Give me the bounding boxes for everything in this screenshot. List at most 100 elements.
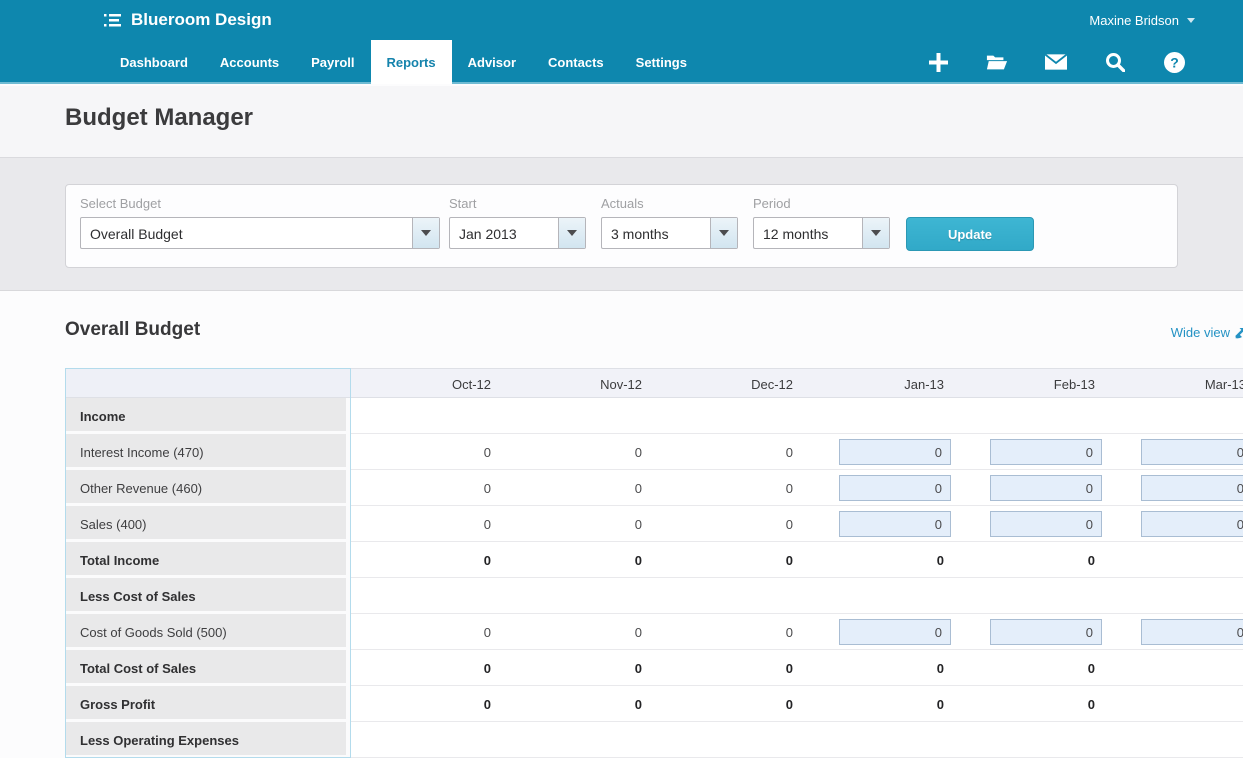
row-label: Sales (400) <box>65 506 350 542</box>
budget-cell: 0 <box>652 542 803 578</box>
budget-cell: 0 <box>1105 614 1243 650</box>
budget-cell: 0 <box>501 686 652 722</box>
column-header: Dec-12 <box>652 369 803 397</box>
budget-cell: 0 <box>954 506 1105 542</box>
tab-advisor[interactable]: Advisor <box>452 40 532 84</box>
row-label: Less Cost of Sales <box>65 578 350 614</box>
budget-input-cell[interactable]: 0 <box>1141 511 1243 537</box>
column-header: Feb-13 <box>954 369 1105 397</box>
budget-input-cell[interactable]: 0 <box>839 475 951 501</box>
chevron-down-icon[interactable] <box>710 218 737 248</box>
table-row: Interest Income (470)000000 <box>65 434 1243 470</box>
wide-view-link[interactable]: Wide view <box>1171 325 1243 340</box>
primary-nav: DashboardAccountsPayrollReportsAdvisorCo… <box>104 40 703 84</box>
budget-cell: 0 <box>954 470 1105 506</box>
budget-input-cell[interactable]: 0 <box>1141 475 1243 501</box>
table-row: Total Cost of Sales00000 <box>65 650 1243 686</box>
budget-cell <box>803 578 954 614</box>
budget-input-cell[interactable]: 0 <box>1141 439 1243 465</box>
start-label: Start <box>449 196 586 211</box>
budget-cell: 0 <box>803 614 954 650</box>
budget-cell: 0 <box>501 542 652 578</box>
budget-cell: 0 <box>803 470 954 506</box>
row-label: Total Income <box>65 542 350 578</box>
user-menu[interactable]: Maxine Bridson <box>1089 0 1195 40</box>
update-button[interactable]: Update <box>906 217 1034 251</box>
tab-payroll[interactable]: Payroll <box>295 40 370 84</box>
period-label: Period <box>753 196 890 211</box>
top-navigation-bar: Blueroom Design Maxine Bridson Dashboard… <box>0 0 1243 84</box>
budget-cell: 0 <box>803 650 954 686</box>
table-row: Less Cost of Sales <box>65 578 1243 614</box>
budget-input-cell[interactable]: 0 <box>1141 619 1243 645</box>
budget-input-cell[interactable]: 0 <box>990 475 1102 501</box>
tab-dashboard[interactable]: Dashboard <box>104 40 204 84</box>
budget-cell: 0 <box>652 686 803 722</box>
period-value: 12 months <box>754 218 862 248</box>
budget-input-cell[interactable]: 0 <box>990 619 1102 645</box>
tab-accounts[interactable]: Accounts <box>204 40 295 84</box>
budget-input-cell[interactable]: 0 <box>990 511 1102 537</box>
budget-cell <box>501 398 652 434</box>
tab-reports[interactable]: Reports <box>371 40 452 84</box>
table-row: Other Revenue (460)000000 <box>65 470 1243 506</box>
chevron-down-icon[interactable] <box>558 218 585 248</box>
table-row: Income <box>65 398 1243 434</box>
row-label: Total Cost of Sales <box>65 650 350 686</box>
search-icon[interactable] <box>1104 51 1126 73</box>
tab-contacts[interactable]: Contacts <box>532 40 620 84</box>
budget-table: Oct-12Nov-12Dec-12Jan-13Feb-13Mar-13 Inc… <box>65 368 1243 758</box>
budget-cell: 0 <box>803 506 954 542</box>
budget-cell: 0 <box>652 650 803 686</box>
budget-input-cell[interactable]: 0 <box>839 619 951 645</box>
budget-cell: 0 <box>501 470 652 506</box>
budget-cell: 0 <box>803 686 954 722</box>
folder-icon[interactable] <box>986 51 1008 73</box>
tab-settings[interactable]: Settings <box>620 40 703 84</box>
mail-icon[interactable] <box>1045 51 1067 73</box>
budget-input-cell[interactable]: 0 <box>839 439 951 465</box>
budget-cell: 0 <box>652 470 803 506</box>
budget-cell: 0 <box>652 614 803 650</box>
budget-cell <box>350 578 501 614</box>
start-field: Start Jan 2013 <box>449 196 586 249</box>
chevron-down-icon[interactable] <box>862 218 889 248</box>
select-budget-value: Overall Budget <box>81 218 412 248</box>
budget-cell <box>1105 686 1243 722</box>
budget-input-cell[interactable]: 0 <box>839 511 951 537</box>
org-switcher[interactable]: Blueroom Design <box>104 0 272 40</box>
select-budget-dropdown[interactable]: Overall Budget <box>80 217 440 249</box>
period-field: Period 12 months <box>753 196 890 249</box>
budget-cell: 0 <box>350 506 501 542</box>
budget-cell: 0 <box>954 542 1105 578</box>
start-value: Jan 2013 <box>450 218 558 248</box>
budget-cell <box>652 578 803 614</box>
budget-cell: 0 <box>350 434 501 470</box>
chevron-down-icon[interactable] <box>412 218 439 248</box>
budget-cell <box>652 722 803 758</box>
budget-cell <box>501 722 652 758</box>
help-icon[interactable]: ? <box>1163 51 1185 73</box>
actuals-dropdown[interactable]: 3 months <box>601 217 738 249</box>
start-dropdown[interactable]: Jan 2013 <box>449 217 586 249</box>
plus-icon[interactable] <box>927 51 949 73</box>
budget-cell: 0 <box>803 542 954 578</box>
row-label: Income <box>65 398 350 434</box>
budget-cell <box>1105 578 1243 614</box>
column-header: Mar-13 <box>1105 369 1243 397</box>
budget-cell <box>803 722 954 758</box>
budget-cell: 0 <box>954 434 1105 470</box>
column-header: Oct-12 <box>350 369 501 397</box>
budget-input-cell[interactable]: 0 <box>990 439 1102 465</box>
budget-cell: 0 <box>501 506 652 542</box>
table-row: Gross Profit00000 <box>65 686 1243 722</box>
budget-cell: 0 <box>1105 470 1243 506</box>
table-row: Sales (400)000000 <box>65 506 1243 542</box>
budget-cell: 0 <box>350 470 501 506</box>
budget-cell <box>1105 650 1243 686</box>
filter-band: Select Budget Overall Budget Start Jan 2… <box>0 157 1243 291</box>
period-dropdown[interactable]: 12 months <box>753 217 890 249</box>
select-budget-field: Select Budget Overall Budget <box>80 196 440 249</box>
chevron-down-icon <box>1187 18 1195 23</box>
budget-cell: 0 <box>803 434 954 470</box>
